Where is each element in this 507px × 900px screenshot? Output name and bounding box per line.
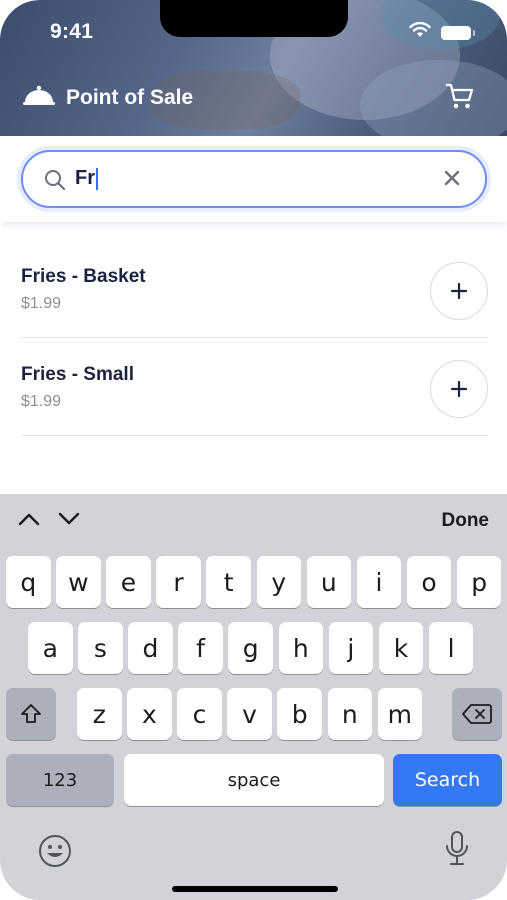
list-item[interactable]: Fries - Basket $1.99: [21, 240, 488, 338]
key-d[interactable]: d: [128, 622, 173, 674]
key-v[interactable]: v: [227, 688, 272, 740]
key-t[interactable]: t: [206, 556, 251, 608]
key-k[interactable]: k: [378, 622, 424, 674]
search-bar-container: Fr: [0, 136, 507, 222]
add-item-button[interactable]: [430, 360, 488, 418]
product-list: Fries - Basket $1.99 Fries - Small $1.99: [21, 240, 488, 436]
keyboard-toolbar: Done: [0, 494, 507, 546]
status-icons: [409, 21, 475, 43]
text-caret: [96, 167, 98, 190]
key-p[interactable]: p: [456, 556, 502, 608]
home-indicator: [172, 886, 338, 892]
key-i[interactable]: i: [356, 556, 402, 608]
list-item[interactable]: Fries - Small $1.99: [21, 338, 488, 436]
search-icon: [43, 168, 67, 197]
wifi-icon: [409, 21, 431, 43]
search-value: Fr: [75, 167, 98, 190]
key-a[interactable]: a: [28, 622, 73, 674]
done-button[interactable]: Done: [442, 510, 490, 532]
key-x[interactable]: x: [127, 688, 172, 740]
brand: Point of Sale: [22, 82, 193, 113]
numbers-key[interactable]: 123: [6, 754, 114, 806]
space-key[interactable]: space: [124, 754, 384, 806]
key-e[interactable]: e: [106, 556, 151, 608]
chevron-down-icon[interactable]: [58, 512, 80, 531]
key-f[interactable]: f: [178, 622, 223, 674]
item-name: Fries - Small: [21, 364, 134, 385]
key-w[interactable]: w: [56, 556, 101, 608]
key-q[interactable]: q: [6, 556, 51, 608]
battery-icon: [441, 25, 475, 40]
status-time: 9:41: [50, 20, 94, 43]
delete-key[interactable]: [452, 688, 502, 740]
plus-icon: [450, 380, 468, 398]
shift-icon: [21, 704, 41, 723]
search-key[interactable]: Search: [393, 754, 502, 806]
key-b[interactable]: b: [277, 688, 322, 740]
shift-key[interactable]: [6, 688, 56, 740]
search-input[interactable]: Fr: [21, 150, 487, 208]
plus-icon: [450, 282, 468, 300]
key-u[interactable]: u: [306, 556, 352, 608]
key-j[interactable]: j: [328, 622, 374, 674]
key-y[interactable]: y: [256, 556, 301, 608]
app-title: Point of Sale: [66, 85, 194, 109]
key-h[interactable]: h: [278, 622, 323, 674]
key-n[interactable]: n: [327, 688, 372, 740]
key-g[interactable]: g: [228, 622, 273, 674]
chevron-up-icon[interactable]: [18, 512, 40, 531]
backspace-icon: [462, 704, 492, 724]
header: 9:41 Point of Sale: [0, 0, 507, 136]
cloche-icon: [22, 82, 56, 113]
key-z[interactable]: z: [77, 688, 122, 740]
key-m[interactable]: m: [377, 688, 423, 740]
key-s[interactable]: s: [78, 622, 123, 674]
item-price: $1.99: [21, 393, 62, 410]
item-price: $1.99: [21, 295, 62, 312]
key-r[interactable]: r: [156, 556, 201, 608]
add-item-button[interactable]: [430, 262, 488, 320]
key-l[interactable]: l: [428, 622, 474, 674]
item-name: Fries - Basket: [21, 266, 146, 287]
key-o[interactable]: o: [406, 556, 452, 608]
clear-icon[interactable]: [443, 169, 461, 192]
notch: [160, 0, 348, 37]
cart-icon[interactable]: [445, 82, 475, 115]
phone-screen: 9:41 Point of Sale Fr Fries - Basket $1.…: [0, 0, 507, 900]
emoji-icon[interactable]: [38, 834, 72, 873]
microphone-icon[interactable]: [444, 830, 470, 873]
key-c[interactable]: c: [177, 688, 222, 740]
